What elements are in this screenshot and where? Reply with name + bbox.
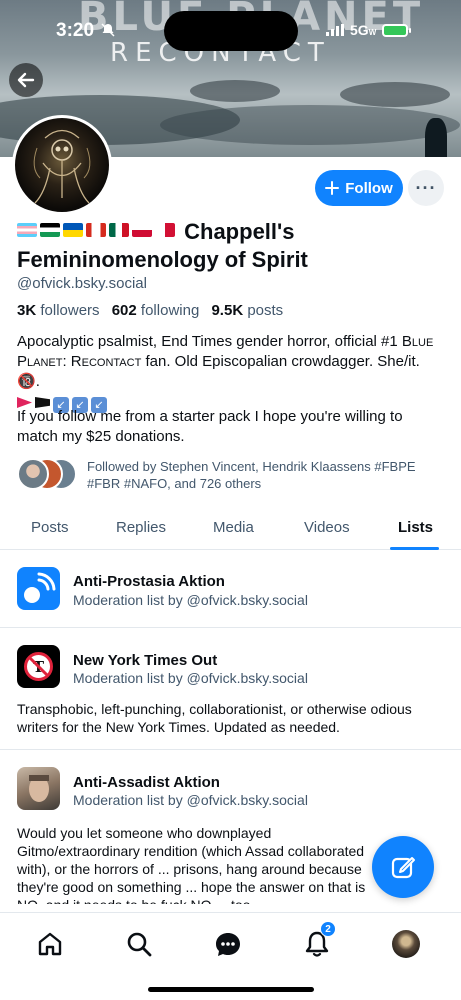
tab-lists[interactable]: Lists	[398, 519, 433, 536]
follower-avatar	[17, 458, 49, 490]
name-line2: Femininomenology of Spirit	[17, 247, 308, 272]
notifications-badge: 2	[320, 921, 336, 937]
profile-stats: 3K followers 602 following 9.5K posts	[17, 302, 283, 319]
dynamic-island	[164, 11, 298, 51]
posts-count: 9.5K posts	[211, 302, 284, 319]
list-subtitle: Moderation list by @ofvick.bsky.social	[73, 792, 308, 808]
signal-icon	[326, 24, 344, 36]
network-type: 5GW	[350, 22, 377, 38]
home-indicator	[148, 987, 314, 992]
list-description: Transphobic, left-punching, collaboratio…	[17, 701, 412, 735]
list-title: Anti-Assadist Aktion	[73, 774, 220, 791]
search-icon	[127, 932, 152, 957]
ellipsis-icon: ···	[415, 177, 437, 198]
panama-flag-icon	[155, 223, 175, 237]
profile-tabs: Posts Replies Media Videos Lists	[0, 506, 461, 550]
name-line1: Chappell's	[184, 219, 295, 244]
avatar-artwork	[33, 129, 91, 204]
home-icon	[38, 932, 62, 956]
profile-display-name: Chappell's Femininomenology of Spirit	[17, 218, 447, 274]
profile-avatar[interactable]	[12, 115, 112, 215]
tab-replies[interactable]: Replies	[116, 519, 166, 536]
nav-chat[interactable]	[213, 929, 243, 959]
nav-search[interactable]	[124, 929, 154, 959]
nav-home[interactable]	[35, 929, 65, 959]
list-subtitle: Moderation list by @ofvick.bsky.social	[73, 592, 308, 608]
status-time: 3:20	[56, 20, 95, 41]
tab-media[interactable]: Media	[213, 519, 254, 536]
following-link[interactable]: 602 following	[112, 302, 200, 319]
followers-link[interactable]: 3K followers	[17, 302, 100, 319]
own-avatar	[392, 930, 420, 958]
blue-antenna-icon	[17, 567, 60, 610]
canada-flag-icon	[86, 223, 106, 237]
arrow-left-icon	[17, 72, 35, 88]
compose-post-button[interactable]	[372, 836, 434, 898]
portrait-photo-icon	[17, 767, 60, 810]
profile-handle: @ofvick.bsky.social	[17, 275, 147, 292]
palestine-flag-icon	[40, 223, 60, 237]
followed-by-row[interactable]: Followed by Stephen Vincent, Hendrik Kla…	[17, 456, 447, 496]
list-title: Anti-Prostasia Aktion	[73, 573, 225, 590]
bell-muted-icon	[101, 23, 115, 37]
back-button[interactable]	[9, 63, 43, 97]
list-description: Would you let someone who downplayed Git…	[17, 825, 366, 904]
mexico-flag-icon	[109, 223, 129, 237]
followed-by-text: Followed by Stephen Vincent, Hendrik Kla…	[87, 459, 416, 491]
active-tab-indicator	[390, 547, 439, 550]
follow-button[interactable]: Follow	[315, 170, 403, 206]
profile-bio-paragraph: If you follow me from a starter pack I h…	[17, 408, 403, 445]
status-indicators: 5GW	[326, 22, 412, 38]
no-under-18-icon: 🔞	[17, 373, 36, 390]
plus-icon	[325, 181, 340, 195]
tab-posts[interactable]: Posts	[31, 519, 69, 536]
list-item[interactable]: Anti-Prostasia Aktion Moderation list by…	[0, 551, 461, 628]
follow-label: Follow	[345, 179, 393, 197]
compose-icon	[391, 857, 415, 879]
ukraine-flag-icon	[63, 223, 83, 237]
list-item[interactable]: T New York Times Out Moderation list by …	[0, 628, 461, 750]
nav-profile[interactable]	[391, 929, 421, 959]
name-flags	[17, 219, 184, 244]
more-options-button[interactable]: ···	[408, 170, 444, 206]
greenland-flag-icon	[132, 223, 152, 237]
nyt-prohibited-icon: T	[17, 645, 60, 688]
tab-videos[interactable]: Videos	[304, 519, 350, 536]
bottom-navigation: 2	[0, 912, 461, 1000]
list-subtitle: Moderation list by @ofvick.bsky.social	[73, 670, 308, 686]
profile-bio: Apocalyptic psalmist, End Times gender h…	[17, 333, 434, 413]
trans-flag-icon	[17, 223, 37, 237]
chat-bubble-icon	[216, 933, 240, 956]
list-title: New York Times Out	[73, 652, 218, 669]
nav-notifications[interactable]: 2	[302, 921, 336, 959]
battery-icon	[382, 23, 412, 37]
